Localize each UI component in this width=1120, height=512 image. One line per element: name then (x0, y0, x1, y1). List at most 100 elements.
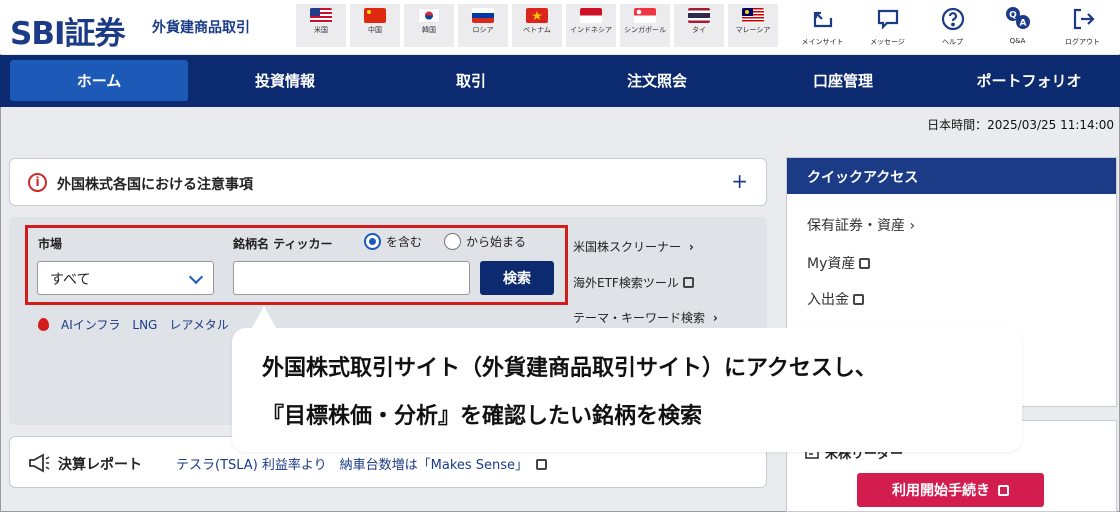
svg-text:A: A (1019, 19, 1026, 29)
my-assets-link[interactable]: My資産 (807, 253, 871, 273)
logout-button[interactable]: ログアウト (1050, 2, 1115, 52)
country-vietnam[interactable]: ベトナム (512, 4, 562, 47)
main-site-icon (808, 4, 838, 34)
radio-contains[interactable]: を含む (364, 233, 422, 250)
market-label: 市場 (38, 237, 63, 251)
trending-keywords: AIインフラ LNG レアメタル (38, 316, 229, 333)
tool-label: Q&A (1009, 37, 1026, 45)
trend-keyword[interactable]: LNG (132, 318, 157, 332)
country-label: インドネシア (570, 26, 612, 34)
sbi-logo[interactable]: SBI証券 (10, 8, 125, 53)
market-select-value: すべて (50, 272, 91, 288)
screener-link-label: 米国株スクリーナー (573, 240, 682, 254)
radio-contains-label: を含む (386, 235, 423, 249)
qa-button[interactable]: QA Q&A (985, 2, 1050, 52)
megaphone-icon (29, 453, 50, 473)
external-link-icon (998, 484, 1009, 496)
chevron-right-icon: › (688, 240, 694, 254)
singapore-flag-icon (634, 8, 656, 23)
screener-link[interactable]: 米国株スクリーナー › (573, 238, 694, 255)
theme-search-link[interactable]: テーマ・キーワード検索 › (573, 309, 718, 326)
main-site-button[interactable]: メインサイト (790, 2, 855, 52)
malaysia-flag-icon (742, 8, 764, 23)
start-registration-label: 利用開始手続き (892, 483, 990, 499)
external-link-icon (853, 294, 864, 305)
radio-contains-button[interactable] (364, 233, 381, 250)
country-label: 米国 (314, 26, 328, 34)
warning-icon: i (28, 173, 47, 192)
instruction-callout: 外国株式取引サイト（外貨建商品取引サイト）にアクセスし、 『目標株価・分析』を確… (232, 306, 1022, 452)
external-link-icon (682, 277, 694, 288)
quick-access-title: クイックアクセス (787, 158, 1116, 194)
japan-time: 日本時間：2025/03/25 11:14:00 (927, 118, 1114, 132)
indonesia-flag-icon (580, 8, 602, 23)
main-nav: ホーム 投資情報 取引 注文照会 口座管理 ポートフォリオ (0, 55, 1120, 107)
radio-starts-with[interactable]: から始まる (444, 233, 526, 250)
site-subtitle: 外貨建商品取引 (152, 20, 250, 36)
trend-keyword[interactable]: レアメタル (169, 316, 228, 333)
radio-starts-button[interactable] (444, 233, 461, 250)
my-assets-label: My資産 (807, 256, 856, 272)
country-singapore[interactable]: シンガポール (620, 4, 670, 47)
start-registration-button[interactable]: 利用開始手続き (857, 473, 1044, 507)
country-china[interactable]: 中国 (350, 4, 400, 47)
deposit-withdraw-label: 入出金 (807, 292, 849, 308)
site-header: SBI証券 外貨建商品取引 米国 中国 韓国 ロシア ベトナム インドネシア シ… (0, 0, 1120, 54)
country-us[interactable]: 米国 (296, 4, 346, 47)
deposit-withdraw-link[interactable]: 入出金 (807, 289, 864, 309)
country-indonesia[interactable]: インドネシア (566, 4, 616, 47)
country-korea[interactable]: 韓国 (404, 4, 454, 47)
header-tools: メインサイト メッセージ ヘルプ QA Q&A ログアウト (790, 2, 1115, 52)
expand-icon[interactable]: + (731, 169, 748, 193)
report-headline-text: テスラ(TSLA) 利益率より 納車台数増は「Makes Sense」 (176, 458, 529, 473)
callout-line-1: 外国株式取引サイト（外貨建商品取引サイト）にアクセスし、 (262, 356, 877, 381)
nav-trade[interactable]: 取引 (382, 60, 560, 101)
callout-line-2: 『目標株価・分析』を確認したい銘柄を検索 (262, 404, 703, 429)
country-label: 韓国 (422, 26, 436, 34)
country-label: シンガポール (624, 26, 666, 34)
help-button[interactable]: ヘルプ (920, 2, 985, 52)
korea-flag-icon (418, 8, 440, 23)
tool-label: ログアウト (1065, 38, 1100, 46)
russia-flag-icon (472, 8, 494, 23)
etf-search-link-label: 海外ETF検索ツール (573, 276, 679, 290)
country-malaysia[interactable]: マレーシア (728, 4, 778, 47)
notice-title: 外国株式各国における注意事項 (57, 177, 253, 193)
vietnam-flag-icon (526, 8, 548, 23)
radio-starts-label: から始まる (466, 235, 527, 249)
country-label: ベトナム (523, 26, 551, 34)
external-link-icon (859, 258, 871, 269)
svg-text:Q: Q (1009, 11, 1017, 21)
notice-accordion[interactable]: i 外国株式各国における注意事項 + (9, 158, 767, 206)
report-label: 決算レポート (58, 457, 142, 473)
message-button[interactable]: メッセージ (855, 2, 920, 52)
tool-label: メッセージ (870, 38, 905, 46)
country-label: 中国 (368, 26, 382, 34)
country-label: タイ (692, 26, 706, 34)
qa-icon: QA (1003, 4, 1033, 34)
message-icon (873, 4, 903, 34)
country-label: マレーシア (735, 26, 771, 34)
chevron-down-icon (188, 269, 204, 285)
nav-portfolio[interactable]: ポートフォリオ (940, 60, 1118, 101)
nav-investment-info[interactable]: 投資情報 (196, 60, 374, 101)
nav-home[interactable]: ホーム (10, 60, 188, 101)
logout-icon (1068, 4, 1098, 34)
tool-label: メインサイト (801, 38, 844, 46)
thailand-flag-icon (688, 8, 710, 23)
chevron-right-icon: › (712, 311, 718, 325)
report-headline[interactable]: テスラ(TSLA) 利益率より 納車台数増は「Makes Sense」 (176, 454, 548, 473)
market-select[interactable]: すべて (37, 261, 214, 295)
holdings-link[interactable]: 保有証券・資産 › (807, 215, 915, 235)
country-thailand[interactable]: タイ (674, 4, 724, 47)
search-button[interactable]: 検索 (480, 261, 554, 295)
country-russia[interactable]: ロシア (458, 4, 508, 47)
us-flag-icon (310, 8, 332, 23)
ticker-search-input[interactable] (233, 261, 470, 295)
external-link-icon (536, 459, 548, 470)
nav-account[interactable]: 口座管理 (754, 60, 932, 101)
nav-order-inquiry[interactable]: 注文照会 (568, 60, 746, 101)
etf-search-link[interactable]: 海外ETF検索ツール (573, 274, 694, 291)
theme-search-link-label: テーマ・キーワード検索 (573, 311, 706, 325)
trend-keyword[interactable]: AIインフラ (61, 316, 120, 333)
